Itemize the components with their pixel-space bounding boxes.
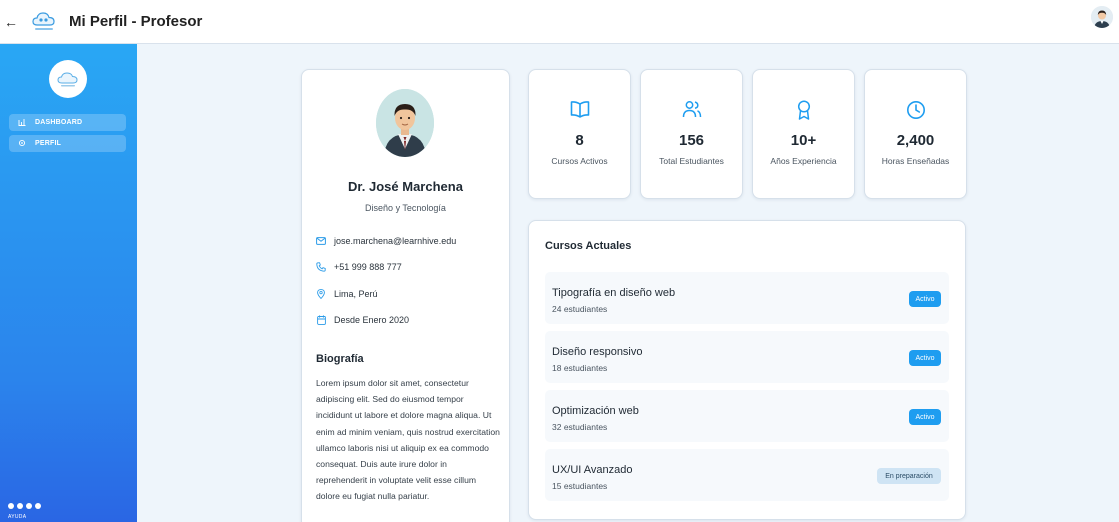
sidebar-item-label: PERFIL <box>35 140 62 147</box>
bar-chart-icon <box>17 118 27 128</box>
bio-heading: Biografía <box>316 353 364 365</box>
award-icon <box>753 100 854 120</box>
page-title: Mi Perfil - Profesor <box>69 13 203 30</box>
location-text: Lima, Perú <box>334 289 378 299</box>
since-row: Desde Enero 2020 <box>316 314 409 326</box>
stat-value: 2,400 <box>896 132 935 149</box>
top-bar: ← Mi Perfil - Profesor <box>0 0 1119 44</box>
status-badge: Activo <box>909 409 941 425</box>
map-pin-icon <box>316 289 326 299</box>
since-text: Desde Enero 2020 <box>334 315 410 325</box>
profile-card: Dr. José Marchena Diseño y Tecnología jo… <box>301 69 510 522</box>
stat-label: Cursos Activos <box>551 156 608 166</box>
help-label[interactable]: AYUDA <box>8 514 26 520</box>
pagination-dot[interactable] <box>17 503 23 509</box>
profile-avatar <box>376 89 434 157</box>
course-student-count: 32 estudiantes <box>552 422 608 432</box>
current-courses-card: Cursos Actuales Tipografía en diseño web… <box>528 220 966 520</box>
sidebar-item-label: DASHBOARD <box>35 119 83 126</box>
course-name: UX/UI Avanzado <box>552 464 633 476</box>
course-student-count: 18 estudiantes <box>552 363 608 373</box>
sidebar-logo <box>49 60 87 98</box>
course-item[interactable]: UX/UI Avanzado 15 estudiantes En prepara… <box>545 449 949 501</box>
email-text[interactable]: jose.marchena@learnhive.edu <box>334 236 456 246</box>
pagination-dot[interactable] <box>8 503 14 509</box>
phone-row: +51 999 888 777 <box>316 261 402 273</box>
pagination-dots <box>8 503 41 509</box>
users-icon <box>641 100 742 118</box>
sidebar-item-perfil[interactable]: PERFIL <box>9 135 126 152</box>
user-avatar[interactable] <box>1091 6 1113 28</box>
status-badge: En preparación <box>877 468 941 484</box>
gear-icon <box>17 139 27 149</box>
profile-name: Dr. José Marchena <box>348 179 463 194</box>
stat-card-hours: 2,400 Horas Enseñadas <box>864 69 967 199</box>
stat-value: 156 <box>678 132 705 149</box>
location-row: Lima, Perú <box>316 288 378 300</box>
calendar-icon <box>316 315 326 325</box>
mail-icon <box>316 236 326 246</box>
user-avatar-icon <box>1091 6 1113 28</box>
arrow-left-icon: ← <box>4 13 18 30</box>
course-item[interactable]: Diseño responsivo 18 estudiantes Activo <box>545 331 949 383</box>
stat-card-experience: 10+ Años Experiencia <box>752 69 855 199</box>
course-student-count: 24 estudiantes <box>552 304 608 314</box>
stat-card-courses: 8 Cursos Activos <box>528 69 631 199</box>
profile-department: Diseño y Tecnología <box>365 203 446 213</box>
sidebar-item-dashboard[interactable]: DASHBOARD <box>9 114 126 131</box>
stat-card-students: 156 Total Estudiantes <box>640 69 743 199</box>
pagination-dot[interactable] <box>35 503 41 509</box>
status-badge: Activo <box>909 350 941 366</box>
teacher-avatar-icon <box>376 89 434 157</box>
course-name: Optimización web <box>552 405 639 417</box>
pagination-dot[interactable] <box>26 503 32 509</box>
phone-text: +51 999 888 777 <box>334 262 402 272</box>
course-name: Diseño responsivo <box>552 346 643 358</box>
email-row: jose.marchena@learnhive.edu <box>316 235 456 247</box>
clock-icon <box>865 100 966 119</box>
cloud-logo-icon <box>57 72 78 87</box>
phone-icon <box>316 262 326 272</box>
course-name: Tipografía en diseño web <box>552 287 676 299</box>
bio-text: Lorem ipsum dolor sit amet, consectetur … <box>316 378 500 502</box>
course-item[interactable]: Tipografía en diseño web 24 estudiantes … <box>545 272 949 324</box>
stat-value: 10+ <box>790 132 817 149</box>
courses-heading: Cursos Actuales <box>545 240 632 252</box>
stat-label: Total Estudiantes <box>659 156 724 166</box>
status-badge: Activo <box>909 291 941 307</box>
cloud-logo-icon <box>32 11 55 30</box>
stat-value: 8 <box>575 132 584 149</box>
learnhive-logo <box>29 7 59 37</box>
back-button[interactable]: ← <box>4 14 18 30</box>
course-item[interactable]: Optimización web 32 estudiantes Activo <box>545 390 949 442</box>
sidebar: DASHBOARD PERFIL AYUDA <box>0 44 137 522</box>
stat-label: Horas Enseñadas <box>881 156 950 166</box>
stat-label: Años Experiencia <box>770 156 837 166</box>
course-student-count: 15 estudiantes <box>552 481 608 491</box>
book-open-icon <box>529 100 630 118</box>
